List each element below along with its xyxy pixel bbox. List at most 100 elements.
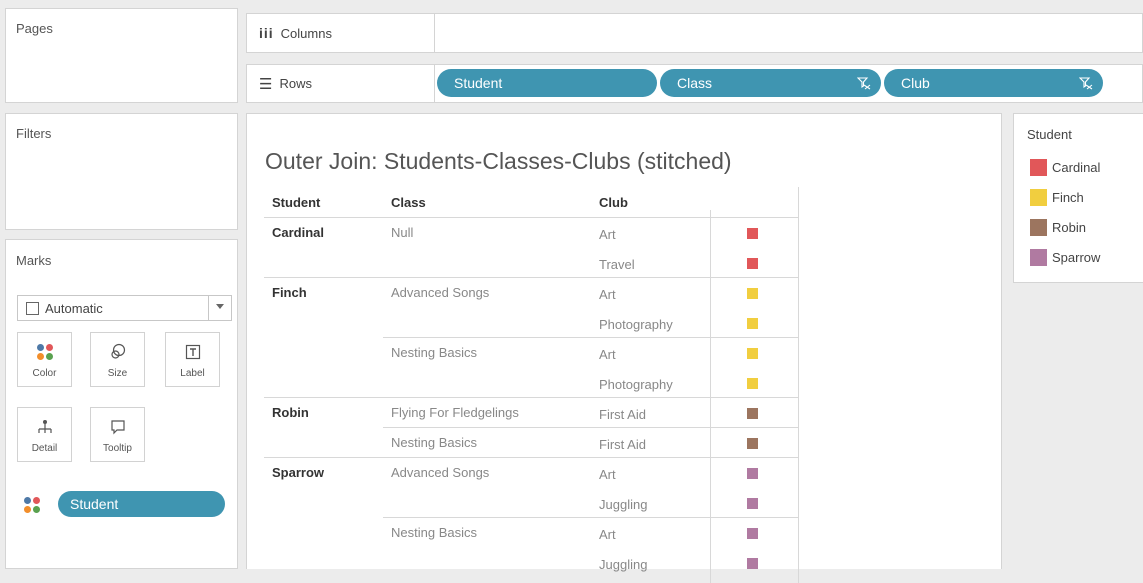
shelf-divider bbox=[434, 65, 435, 102]
club-cell: Art bbox=[599, 467, 616, 482]
class-cell: Advanced Songs bbox=[391, 465, 490, 480]
legend-swatch bbox=[1030, 219, 1047, 236]
legend-title: Student bbox=[1027, 127, 1072, 142]
mark-type-value: Automatic bbox=[45, 301, 103, 316]
row-pill-label: Class bbox=[677, 75, 713, 91]
club-cell: Art bbox=[599, 227, 616, 242]
size-button[interactable]: Size bbox=[90, 332, 145, 387]
color-mark[interactable] bbox=[747, 228, 758, 239]
chevron-down-icon bbox=[216, 304, 224, 309]
detail-icon bbox=[18, 418, 71, 436]
class-cell: Advanced Songs bbox=[391, 285, 490, 300]
club-cell: Photography bbox=[599, 317, 673, 332]
student-cell: Finch bbox=[272, 285, 307, 300]
rows-label: Rows bbox=[279, 76, 312, 91]
filters-title: Filters bbox=[16, 126, 52, 141]
color-mark[interactable] bbox=[747, 318, 758, 329]
pages-card[interactable]: Pages bbox=[5, 8, 238, 103]
rows-shelf-label: ☰ Rows bbox=[259, 65, 312, 102]
color-mark[interactable] bbox=[747, 498, 758, 509]
columns-shelf-label: iii Columns bbox=[259, 14, 332, 52]
row-pill-club[interactable]: Club bbox=[884, 69, 1103, 97]
row-divider bbox=[383, 427, 799, 428]
club-cell: Art bbox=[599, 347, 616, 362]
columns-label: Columns bbox=[280, 25, 332, 41]
club-cell: Travel bbox=[599, 257, 635, 272]
legend-label: Finch bbox=[1052, 190, 1084, 205]
color-mark[interactable] bbox=[747, 528, 758, 539]
header-club[interactable]: Club bbox=[599, 195, 628, 210]
row-divider bbox=[264, 397, 799, 398]
row-pill-class[interactable]: Class bbox=[660, 69, 881, 97]
size-icon bbox=[91, 343, 144, 361]
student-color-pill[interactable]: Student bbox=[58, 491, 225, 517]
rows-shelf[interactable]: ☰ Rows Student Class Club bbox=[246, 64, 1143, 103]
legend-swatch bbox=[1030, 159, 1047, 176]
rows-icon: ☰ bbox=[259, 75, 273, 93]
tooltip-icon bbox=[91, 418, 144, 436]
color-mark[interactable] bbox=[747, 468, 758, 479]
pages-title: Pages bbox=[16, 21, 53, 36]
club-cell: Art bbox=[599, 287, 616, 302]
club-cell: First Aid bbox=[599, 407, 646, 422]
header-class[interactable]: Class bbox=[391, 195, 426, 210]
club-cell: Juggling bbox=[599, 557, 648, 572]
view-title: Outer Join: Students-Classes-Clubs (stit… bbox=[265, 148, 732, 174]
class-cell: Nesting Basics bbox=[391, 525, 477, 540]
tooltip-button[interactable]: Tooltip bbox=[90, 407, 145, 462]
color-mark[interactable] bbox=[747, 408, 758, 419]
color-mark[interactable] bbox=[747, 288, 758, 299]
club-cell: Photography bbox=[599, 377, 673, 392]
student-cell: Cardinal bbox=[272, 225, 325, 240]
tooltip-label: Tooltip bbox=[103, 443, 132, 454]
detail-label: Detail bbox=[31, 443, 58, 454]
color-legend[interactable]: Student Cardinal Finch Robin Sparrow bbox=[1013, 113, 1143, 283]
filter-icon bbox=[1078, 76, 1093, 93]
class-cell: Nesting Basics bbox=[391, 345, 477, 360]
header-divider bbox=[264, 217, 799, 218]
class-cell: Null bbox=[391, 225, 414, 240]
size-label: Size bbox=[107, 368, 128, 379]
row-pill-student[interactable]: Student bbox=[437, 69, 657, 97]
legend-label: Cardinal bbox=[1052, 160, 1101, 175]
legend-label: Robin bbox=[1052, 220, 1086, 235]
legend-label: Sparrow bbox=[1052, 250, 1101, 265]
color-label: Color bbox=[32, 368, 57, 379]
row-pill-label: Student bbox=[454, 75, 503, 91]
dropdown-arrow-button[interactable] bbox=[208, 296, 231, 320]
class-cell: Nesting Basics bbox=[391, 435, 477, 450]
columns-shelf[interactable]: iii Columns bbox=[246, 13, 1143, 53]
columns-icon: iii bbox=[259, 25, 274, 41]
filter-icon bbox=[856, 76, 871, 93]
color-mark[interactable] bbox=[747, 378, 758, 389]
shelf-divider bbox=[434, 14, 435, 52]
color-dots-icon bbox=[24, 497, 40, 513]
color-mark[interactable] bbox=[747, 348, 758, 359]
row-divider bbox=[264, 277, 799, 278]
label-button[interactable]: Label bbox=[165, 332, 220, 387]
row-pill-label: Club bbox=[901, 75, 930, 91]
row-divider bbox=[383, 337, 799, 338]
student-cell: Sparrow bbox=[272, 465, 325, 480]
class-cell: Flying For Fledgelings bbox=[391, 405, 519, 420]
club-cell: Juggling bbox=[599, 497, 648, 512]
row-divider bbox=[383, 517, 799, 518]
color-dots-icon bbox=[18, 343, 71, 361]
marks-title: Marks bbox=[16, 253, 52, 268]
mark-type-dropdown[interactable]: Automatic bbox=[17, 295, 232, 321]
color-mark[interactable] bbox=[747, 258, 758, 269]
header-student[interactable]: Student bbox=[272, 195, 320, 210]
mark-type-icon bbox=[26, 302, 39, 315]
color-mark[interactable] bbox=[747, 558, 758, 569]
color-button[interactable]: Color bbox=[17, 332, 72, 387]
row-divider bbox=[264, 457, 799, 458]
filters-card[interactable]: Filters bbox=[5, 113, 238, 230]
column-divider bbox=[798, 187, 799, 583]
label-icon bbox=[166, 343, 219, 361]
student-cell: Robin bbox=[272, 405, 309, 420]
detail-button[interactable]: Detail bbox=[17, 407, 72, 462]
color-mark[interactable] bbox=[747, 438, 758, 449]
club-cell: Art bbox=[599, 527, 616, 542]
club-cell: First Aid bbox=[599, 437, 646, 452]
label-label: Label bbox=[180, 368, 205, 379]
